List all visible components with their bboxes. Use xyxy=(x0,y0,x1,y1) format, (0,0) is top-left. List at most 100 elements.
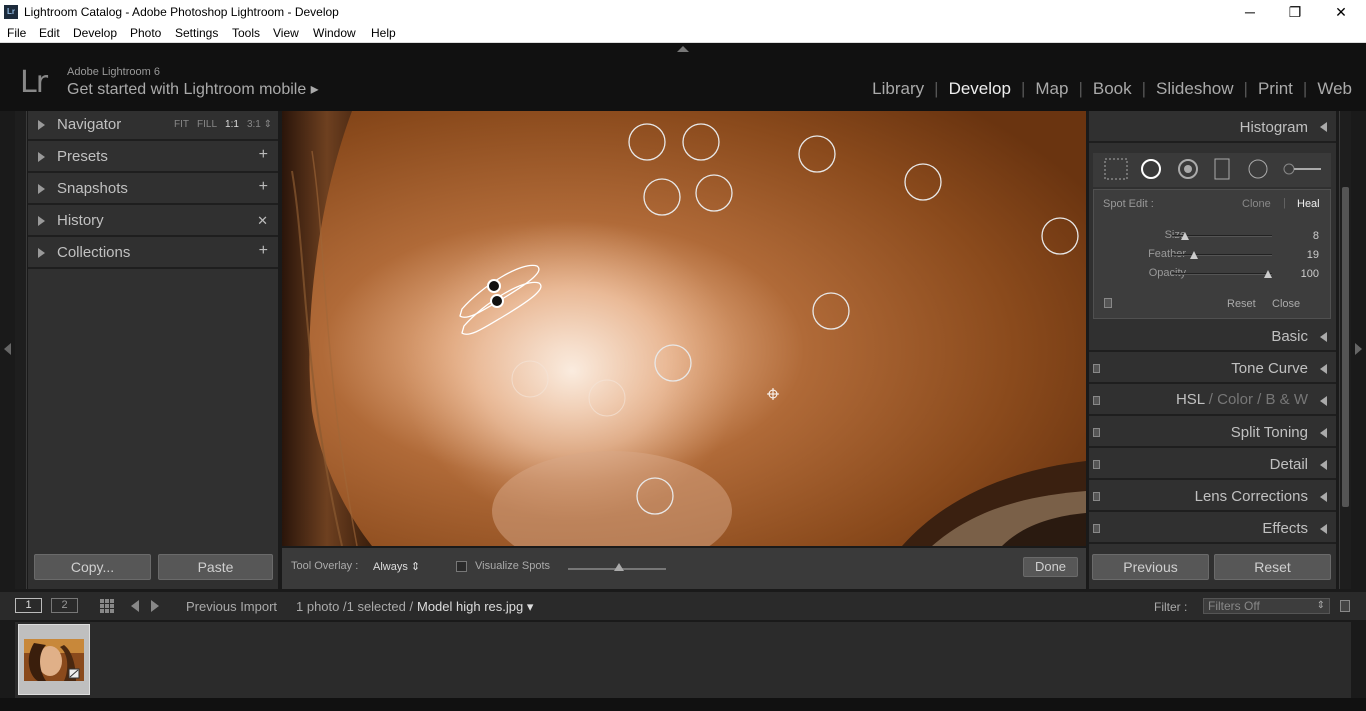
basic-header[interactable]: Basic xyxy=(1089,322,1336,352)
forward-arrow-icon[interactable] xyxy=(151,600,159,612)
collapse-top-panel-icon[interactable] xyxy=(677,46,689,52)
close-button[interactable]: ✕ xyxy=(1318,0,1364,24)
module-develop[interactable]: Develop xyxy=(939,79,1021,99)
split-toning-header[interactable]: Split Toning xyxy=(1089,418,1336,448)
scrollbar-thumb[interactable] xyxy=(1342,187,1349,507)
crop-icon[interactable] xyxy=(1104,158,1128,180)
module-library[interactable]: Library xyxy=(862,79,934,99)
spot-close-button[interactable]: Close xyxy=(1272,298,1300,310)
color-tab[interactable]: Color xyxy=(1217,391,1253,408)
main-window-button[interactable]: 1 xyxy=(15,598,42,613)
menu-tools[interactable]: Tools xyxy=(232,26,260,40)
opacity-slider-thumb[interactable] xyxy=(1264,270,1272,278)
left-panel-edge[interactable] xyxy=(15,111,27,589)
module-print[interactable]: Print xyxy=(1248,79,1303,99)
right-panel-scrollbar[interactable] xyxy=(1339,111,1351,589)
tool-overlay-select[interactable]: Always ⇕ xyxy=(373,560,420,573)
clear-history-icon[interactable]: ✕ xyxy=(257,213,268,229)
filter-select[interactable]: Filters Off ⇕ xyxy=(1203,598,1330,614)
module-book[interactable]: Book xyxy=(1083,79,1142,99)
back-arrow-icon[interactable] xyxy=(131,600,139,612)
filmstrip-thumbnail-cell[interactable] xyxy=(18,624,90,695)
source-label[interactable]: Previous Import xyxy=(186,599,277,614)
done-button[interactable]: Done xyxy=(1023,557,1078,577)
menu-window[interactable]: Window xyxy=(313,26,356,40)
tone-curve-header[interactable]: Tone Curve xyxy=(1089,354,1336,384)
opacity-slider[interactable] xyxy=(1172,270,1272,278)
presets-label: Presets xyxy=(57,148,108,165)
size-slider[interactable] xyxy=(1172,232,1272,240)
panel-toggle-switch[interactable] xyxy=(1093,428,1100,437)
feather-value[interactable]: 19 xyxy=(1307,249,1319,261)
snapshots-header[interactable]: Snapshots + xyxy=(28,175,278,205)
menu-develop[interactable]: Develop xyxy=(73,26,117,40)
copy-button[interactable]: Copy... xyxy=(34,554,151,580)
bw-tab[interactable]: B & W xyxy=(1265,391,1308,408)
zoom-fill[interactable]: FILL xyxy=(197,119,217,130)
maximize-button[interactable]: ❐ xyxy=(1272,0,1318,24)
navigator-header[interactable]: Navigator FIT FILL 1:1 3:1 ⇕ xyxy=(28,111,278,141)
panel-toggle-switch[interactable] xyxy=(1093,460,1100,469)
history-header[interactable]: History ✕ xyxy=(28,207,278,237)
feather-slider-thumb[interactable] xyxy=(1190,251,1198,259)
add-snapshot-icon[interactable]: + xyxy=(259,178,268,196)
histogram-header[interactable]: Histogram xyxy=(1089,111,1336,143)
detail-label: Detail xyxy=(1269,456,1308,473)
presets-header[interactable]: Presets + xyxy=(28,143,278,173)
effects-header[interactable]: Effects xyxy=(1089,514,1336,544)
size-slider-thumb[interactable] xyxy=(1181,232,1189,240)
reset-button[interactable]: Reset xyxy=(1214,554,1331,580)
panel-toggle-switch[interactable] xyxy=(1093,524,1100,533)
detail-header[interactable]: Detail xyxy=(1089,450,1336,480)
panel-toggle-switch[interactable] xyxy=(1093,492,1100,501)
second-window-button[interactable]: 2 xyxy=(51,598,78,613)
zoom-3-1[interactable]: 3:1 ⇕ xyxy=(247,119,272,130)
zoom-options: FIT FILL 1:1 3:1 ⇕ xyxy=(166,119,272,130)
clone-option[interactable]: Clone xyxy=(1242,198,1271,210)
expand-triangle-icon xyxy=(38,248,45,258)
menu-photo[interactable]: Photo xyxy=(130,26,161,40)
slider-thumb[interactable] xyxy=(614,563,624,571)
spot-toggle-switch[interactable] xyxy=(1104,298,1112,308)
add-collection-icon[interactable]: + xyxy=(259,242,268,260)
previous-button[interactable]: Previous xyxy=(1092,554,1209,580)
hsl-tab[interactable]: HSL xyxy=(1176,391,1205,408)
graduated-filter-icon[interactable] xyxy=(1214,158,1230,180)
menu-file[interactable]: File xyxy=(7,26,26,40)
collapse-left-arrow-icon[interactable] xyxy=(4,343,11,355)
visualize-spots-checkbox[interactable] xyxy=(456,561,467,572)
module-slideshow[interactable]: Slideshow xyxy=(1146,79,1244,99)
mobile-link[interactable]: Get started with Lightroom mobile ▸ xyxy=(67,79,319,99)
collapse-right-arrow-icon[interactable] xyxy=(1355,343,1362,355)
paste-button[interactable]: Paste xyxy=(158,554,273,580)
module-map[interactable]: Map xyxy=(1025,79,1078,99)
opacity-value[interactable]: 100 xyxy=(1301,268,1319,280)
panel-toggle-switch[interactable] xyxy=(1093,396,1100,405)
zoom-fit[interactable]: FIT xyxy=(174,119,189,130)
feather-slider[interactable] xyxy=(1172,251,1272,259)
panel-toggle-switch[interactable] xyxy=(1093,364,1100,373)
menu-edit[interactable]: Edit xyxy=(39,26,60,40)
photo-canvas[interactable] xyxy=(282,111,1086,546)
adjustment-brush-icon[interactable] xyxy=(1283,163,1295,175)
hsl-header[interactable]: HSL / Color / B & W xyxy=(1089,386,1336,416)
size-value[interactable]: 8 xyxy=(1313,230,1319,242)
expand-triangle-icon xyxy=(38,120,45,130)
add-preset-icon[interactable]: + xyxy=(259,146,268,164)
menu-help[interactable]: Help xyxy=(371,26,396,40)
spot-removal-icon[interactable] xyxy=(1141,159,1161,179)
menu-settings[interactable]: Settings xyxy=(175,26,218,40)
minimize-button[interactable]: ─ xyxy=(1227,0,1273,24)
lens-corrections-header[interactable]: Lens Corrections xyxy=(1089,482,1336,512)
grid-view-icon[interactable] xyxy=(100,599,114,613)
collections-header[interactable]: Collections + xyxy=(28,239,278,269)
spot-reset-button[interactable]: Reset xyxy=(1227,298,1256,310)
filter-lock-switch[interactable] xyxy=(1340,600,1350,612)
menu-view[interactable]: View xyxy=(273,26,299,40)
zoom-1-1[interactable]: 1:1 xyxy=(225,119,239,130)
filename-dropdown[interactable]: Model high res.jpg ▾ xyxy=(417,599,533,615)
radial-filter-icon[interactable] xyxy=(1248,159,1268,179)
menu-bar: File Edit Develop Photo Settings Tools V… xyxy=(0,24,1366,43)
module-web[interactable]: Web xyxy=(1307,79,1362,99)
heal-option[interactable]: Heal xyxy=(1297,198,1320,210)
